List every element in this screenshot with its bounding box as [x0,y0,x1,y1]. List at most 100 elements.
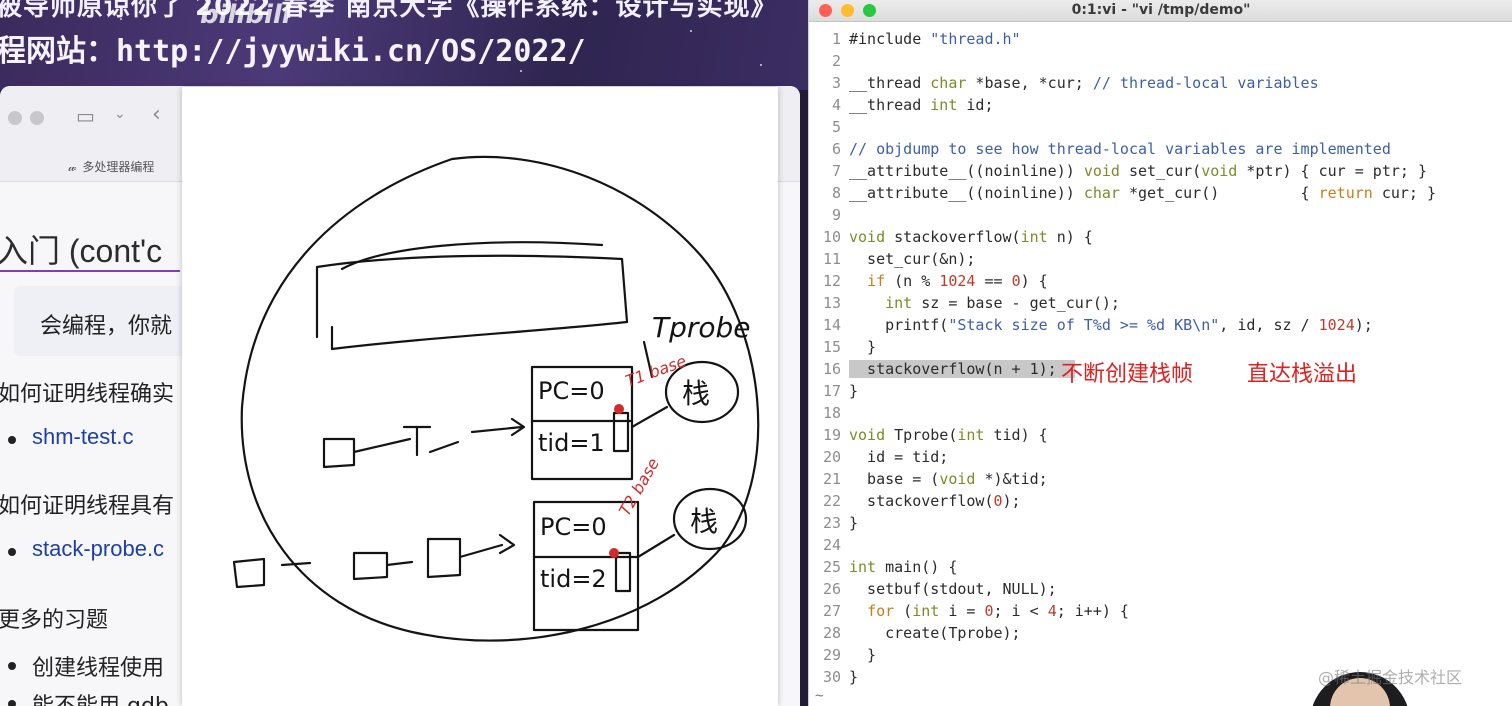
code-token: } [849,338,877,356]
code-token: cur; } [1372,184,1437,202]
t1-base-annotation: T1 base [623,351,689,391]
code-line[interactable]: 20 id = tid; [809,446,1512,468]
line-number: 20 [822,448,841,466]
juejin-watermark: @稀土掘金技术社区 [1318,668,1463,687]
code-line[interactable]: 21 base = (void *)&tid; [809,468,1512,490]
code-line[interactable]: 5 [809,116,1512,138]
code-token: // thread-local variables [1092,74,1319,92]
line-number: 14 [822,316,841,334]
code-token: *base, *cur; [966,74,1093,92]
line-number: 29 [822,646,841,664]
code-token: 4 [1047,602,1057,620]
code-token: 1 [1029,360,1039,378]
code-token: *ptr) { cur = ptr; } [1237,162,1427,180]
code-line[interactable]: 11 set_cur(&n); [809,248,1512,270]
code-line[interactable]: 8 __attribute__((noinline)) char *get_cur… [809,182,1512,204]
code-line[interactable]: 12 if (n % 1024 == 0) { [809,270,1512,292]
whiteboard[interactable]: Tprobe PC=0 tid=1 PC=0 tid=2 栈 栈 T1 base… [182,87,778,706]
process-circle [240,155,760,642]
line-number: 10 [822,228,841,246]
link-shm-test[interactable]: shm-test.c [32,424,133,450]
code-token: Tprobe( [885,426,958,444]
code-token: int [930,96,958,114]
line-number: 25 [822,558,841,576]
code-line[interactable]: 28 create(Tprobe); [809,622,1512,644]
title-underline [0,270,180,272]
code-token: (n % [885,272,940,290]
code-line[interactable]: 22 stackoverflow(0); [809,490,1512,512]
code-token: __thread [849,74,931,92]
code-line[interactable]: 24 [809,534,1512,556]
code-line[interactable]: 15 } [809,336,1512,358]
code-line[interactable]: 3 __thread char *base, *cur; // thread-lo… [809,72,1512,94]
code-token: ; i++) { [1056,602,1129,620]
code-token: char [1083,184,1120,202]
link-stack-probe[interactable]: stack-probe.c [32,536,164,562]
line-number: 6 [831,140,841,158]
code-line[interactable]: 19 void Tprobe(int tid) { [809,424,1512,446]
annotation-create-frames: 不断创建栈帧 [1061,362,1194,387]
code-line[interactable]: 7 __attribute__((noinline)) void set_cur(… [809,160,1512,182]
code-token: int [849,558,877,576]
sidebar-toggle-icon[interactable]: ▭ [76,104,95,128]
code-token: stackoverflow( [849,492,994,510]
line-number: 22 [822,492,841,510]
code-line[interactable]: 23} [809,512,1512,534]
code-token: set_cur( [1119,162,1202,180]
code-token: n) { [1047,228,1093,246]
line-number: 5 [831,118,841,136]
line-number: 19 [822,426,841,444]
chevron-down-icon[interactable]: ⌄ [114,106,126,122]
back-arrow-icon[interactable]: ‹ [152,102,161,127]
code-line[interactable]: 1 #include "thread.h" [809,28,1512,50]
code-token: __thread [849,96,931,114]
code-token: // objdump to see how thread-local varia… [849,140,1391,158]
code-line[interactable]: 4 __thread int id; [809,94,1512,116]
code-token: "thread.h" [930,30,1021,48]
line-number: 26 [822,580,841,598]
video-banner: 被导师原谅你了 2022 春季 南京大学《操作系统：设计与实现》 程网站：htt… [0,0,810,90]
browser-tab[interactable]: 𝓌 多处理器编程 [68,158,154,175]
code-token: int [912,602,940,620]
banner-course-url: 程网站：http://jyywiki.cn/OS/2022/ [0,34,586,69]
code-line[interactable]: 29 } [809,644,1512,666]
code-token: main() { [876,558,958,576]
code-token: ; i < [993,602,1048,620]
code-line[interactable]: 2 [809,50,1512,72]
line-number: 16 [822,360,841,378]
code-token: char [930,74,967,92]
code-token: } [849,668,859,686]
code-line[interactable]: 10 void stackoverflow(int n) { [809,226,1512,248]
code-token: stackoverflow(n + [849,360,1030,378]
bullet [8,700,16,706]
code-token: if [867,272,886,290]
code-token: *)&tid; [975,470,1048,488]
code-line[interactable]: 18 [809,402,1512,424]
code-token: set_cur(&n); [849,250,976,268]
code-line[interactable]: 26 setbuf(stdout, NULL); [809,578,1512,600]
code-line[interactable]: 6 // objdump to see how thread-local vari… [809,138,1512,160]
code-token: 0 [1011,272,1021,290]
code-line[interactable]: 9 [809,204,1512,226]
code-token: stackoverflow( [885,228,1021,246]
code-line[interactable]: 27 for (int i = 0; i < 4; i++) { [809,600,1512,622]
code-token: 0 [984,602,994,620]
code-line[interactable]: 13 int sz = base - get_cur(); [809,292,1512,314]
stack-1-label: 栈 [682,377,710,410]
code-token: ); [1002,492,1021,510]
vi-terminal-window[interactable]: 0:1:vi - "vi /tmp/demo" 1 #include "threa… [808,0,1512,706]
code-line[interactable]: 14 printf("Stack size of T%d >= %d KB\n"… [809,314,1512,336]
window-dot-icon[interactable] [30,111,44,125]
tid-2-label: tid=2 [540,565,607,593]
line-number: 1 [831,30,841,48]
pc-1-label: PC=0 [538,377,605,405]
window-dot-icon[interactable] [8,111,22,125]
pc-2-label: PC=0 [540,513,607,541]
bullet [8,662,16,670]
line-number: 15 [822,338,841,356]
code-line[interactable]: 25 int main() { [809,556,1512,578]
line-number: 23 [822,514,841,532]
line-number: 24 [822,536,841,554]
exercise-item-1: 创建线程使用 [32,656,165,681]
